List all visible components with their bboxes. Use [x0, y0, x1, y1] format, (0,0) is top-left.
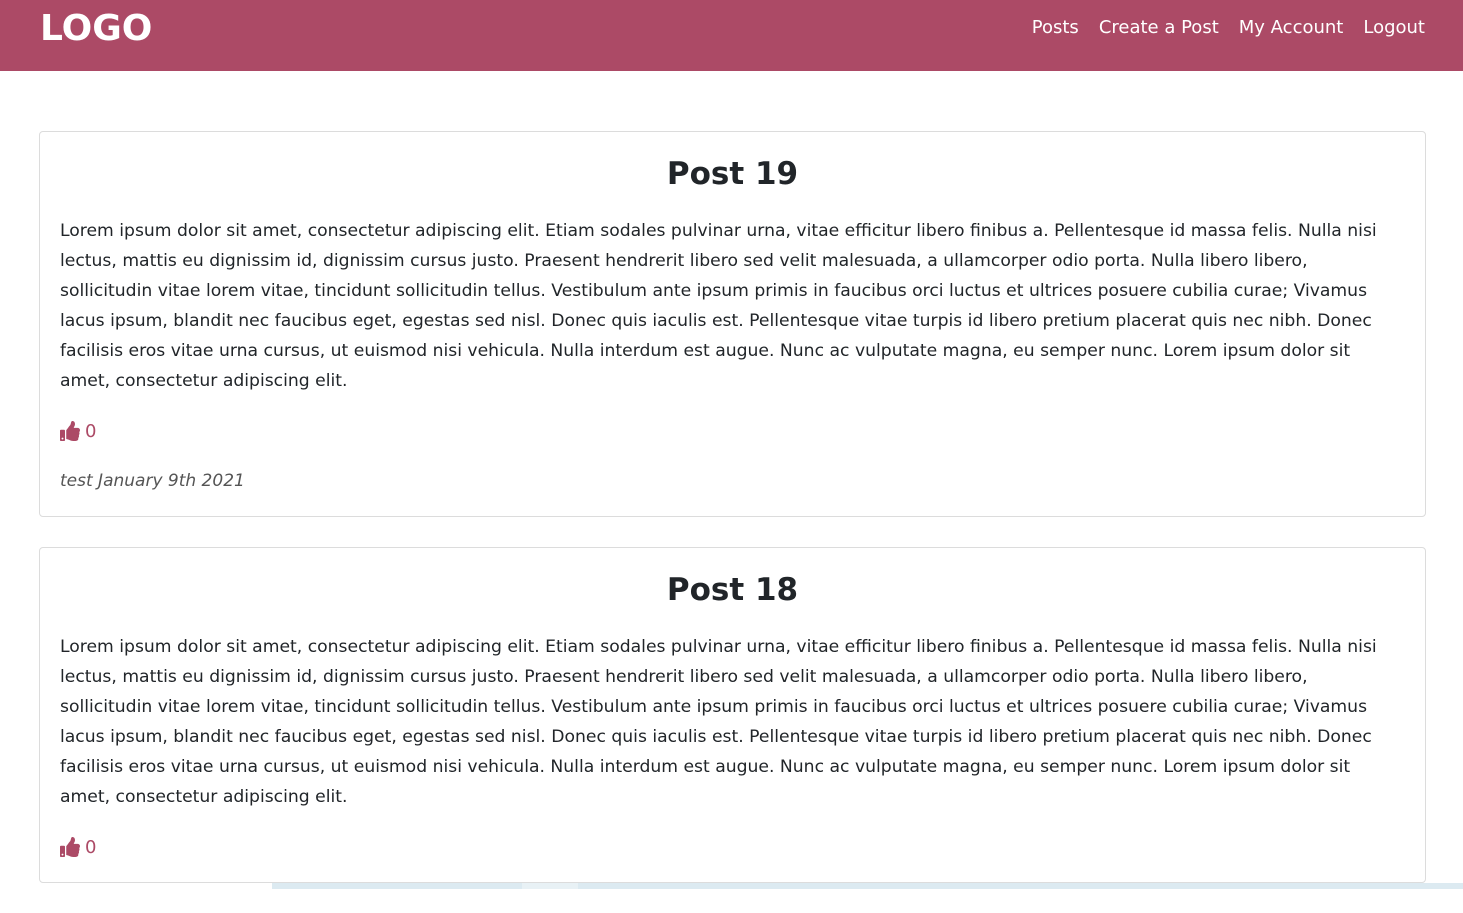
post-title: Post 18 — [666, 572, 799, 608]
nav-link-create-post[interactable]: Create a Post — [1099, 16, 1219, 40]
post-body: Lorem ipsum dolor sit amet, consectetur … — [60, 221, 1377, 391]
nav-link-posts[interactable]: Posts — [1032, 16, 1079, 40]
like-count: 0 — [85, 836, 97, 858]
thumbs-up-icon — [60, 421, 80, 441]
like-button[interactable]: 0 — [60, 832, 96, 862]
post-title: Post 19 — [666, 156, 799, 192]
nav-links: Posts Create a Post My Account Logout — [1032, 16, 1425, 40]
post-card: Post 19 Lorem ipsum dolor sit amet, cons… — [39, 131, 1426, 517]
post-card: Post 18 Lorem ipsum dolor sit amet, cons… — [39, 547, 1426, 883]
like-count: 0 — [85, 420, 97, 442]
bottom-strip-segment — [0, 883, 272, 889]
top-navbar: LOGO Posts Create a Post My Account Logo… — [0, 0, 1463, 71]
nav-link-my-account[interactable]: My Account — [1239, 16, 1344, 40]
post-meta: test January 9th 2021 — [60, 471, 245, 491]
thumbs-up-icon — [60, 837, 80, 857]
bottom-edge-strip — [0, 883, 1463, 889]
logo[interactable]: LOGO — [40, 8, 152, 50]
post-list: Post 19 Lorem ipsum dolor sit amet, cons… — [39, 131, 1426, 913]
nav-link-logout[interactable]: Logout — [1363, 16, 1425, 40]
like-button[interactable]: 0 — [60, 416, 96, 446]
bottom-strip-segment — [522, 883, 578, 889]
post-body: Lorem ipsum dolor sit amet, consectetur … — [60, 637, 1377, 807]
